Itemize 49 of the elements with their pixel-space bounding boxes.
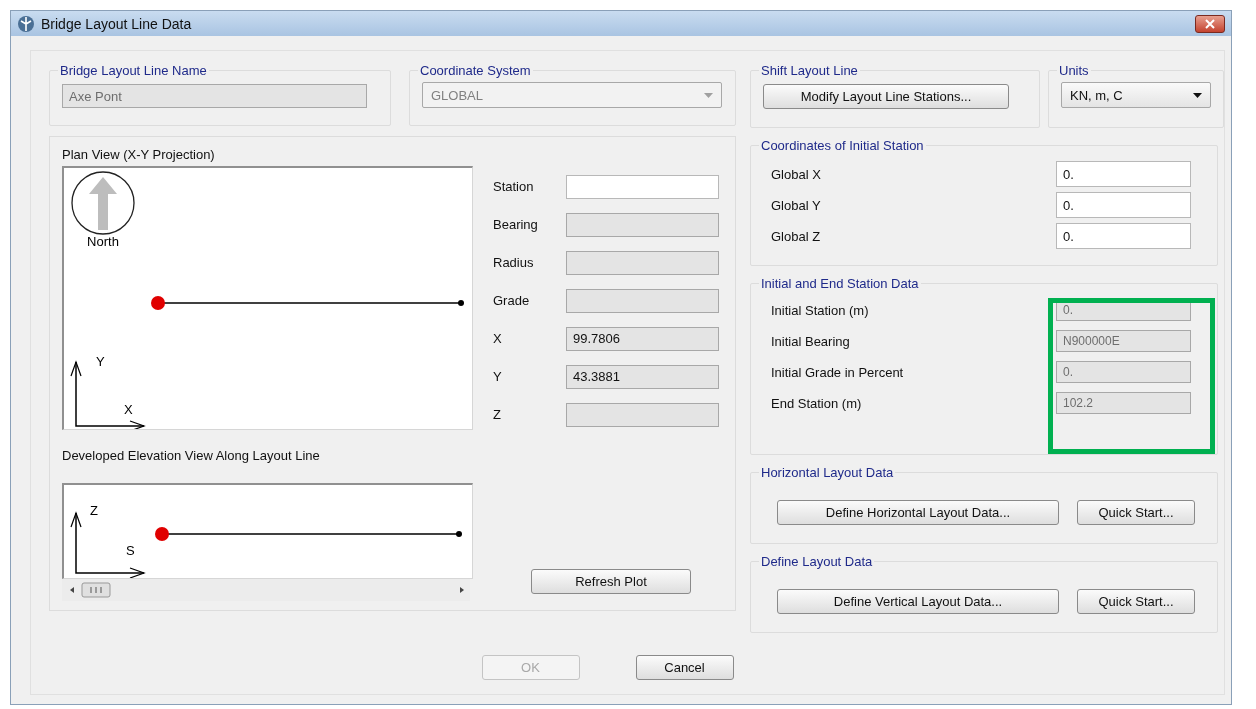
plan-view-title: Plan View (X-Y Projection): [62, 147, 216, 162]
field-label: Bearing: [493, 217, 539, 232]
field-label: Y: [493, 369, 503, 384]
field-label: Global Y: [771, 197, 822, 213]
field-label: Grade: [493, 293, 531, 308]
field-label: Station: [493, 179, 535, 194]
dropdown-value: GLOBAL: [431, 87, 484, 103]
field-label: Radius: [493, 255, 535, 270]
field-label: Initial Station (m): [771, 302, 870, 318]
group-title: Bridge Layout Line Name: [59, 63, 208, 78]
define-horizontal-button[interactable]: Define Horizontal Layout Data...: [777, 500, 1059, 525]
axis-label: X: [124, 402, 133, 417]
close-button[interactable]: [1195, 14, 1225, 33]
quick-start-button[interactable]: Quick Start...: [1077, 500, 1195, 525]
close-icon: [1205, 18, 1215, 29]
units-dropdown[interactable]: KN, m, C: [1061, 82, 1211, 108]
axis-label: Z: [90, 503, 98, 518]
group-title: Coordinate System: [419, 63, 532, 78]
group-title: Shift Layout Line: [760, 63, 859, 78]
field-label: Initial Grade in Percent: [771, 364, 905, 380]
input-field[interactable]: 0.: [1056, 223, 1191, 249]
cancel-button[interactable]: Cancel: [635, 655, 734, 680]
field-label: End Station (m): [771, 395, 863, 411]
input-field[interactable]: [566, 174, 719, 199]
group-title: Define Layout Data: [760, 554, 874, 569]
field-label: Global Z: [771, 228, 822, 244]
caret-icon: [1193, 92, 1202, 98]
app-icon: [17, 14, 35, 33]
modify-stations-button[interactable]: Modify Layout Line Stations...: [763, 84, 1009, 109]
refresh-plot-button[interactable]: Refresh Plot: [531, 569, 691, 594]
window-title: Bridge Layout Line Data: [41, 15, 193, 32]
input-field[interactable]: 0.: [1056, 192, 1191, 218]
dropdown-value: KN, m, C: [1070, 87, 1123, 103]
field-label: Global X: [771, 166, 822, 182]
group-title: Initial and End Station Data: [760, 276, 920, 291]
north-label: North: [87, 234, 119, 249]
field-label: Z: [493, 407, 502, 422]
group-title: Units: [1058, 63, 1090, 78]
group-title: Horizontal Layout Data: [760, 465, 895, 480]
field-label: Initial Bearing: [771, 333, 851, 349]
field-label: X: [493, 331, 503, 346]
caret-icon: [704, 92, 713, 98]
quick-start-button[interactable]: Quick Start...: [1077, 589, 1195, 614]
axis-label: S: [126, 543, 135, 558]
group-title: Coordinates of Initial Station: [760, 138, 925, 153]
axis-label: Y: [96, 354, 105, 369]
define-vertical-button[interactable]: Define Vertical Layout Data...: [777, 589, 1059, 614]
input-field[interactable]: 0.: [1056, 161, 1191, 187]
elevation-view-title: Developed Elevation View Along Layout Line: [62, 448, 321, 463]
